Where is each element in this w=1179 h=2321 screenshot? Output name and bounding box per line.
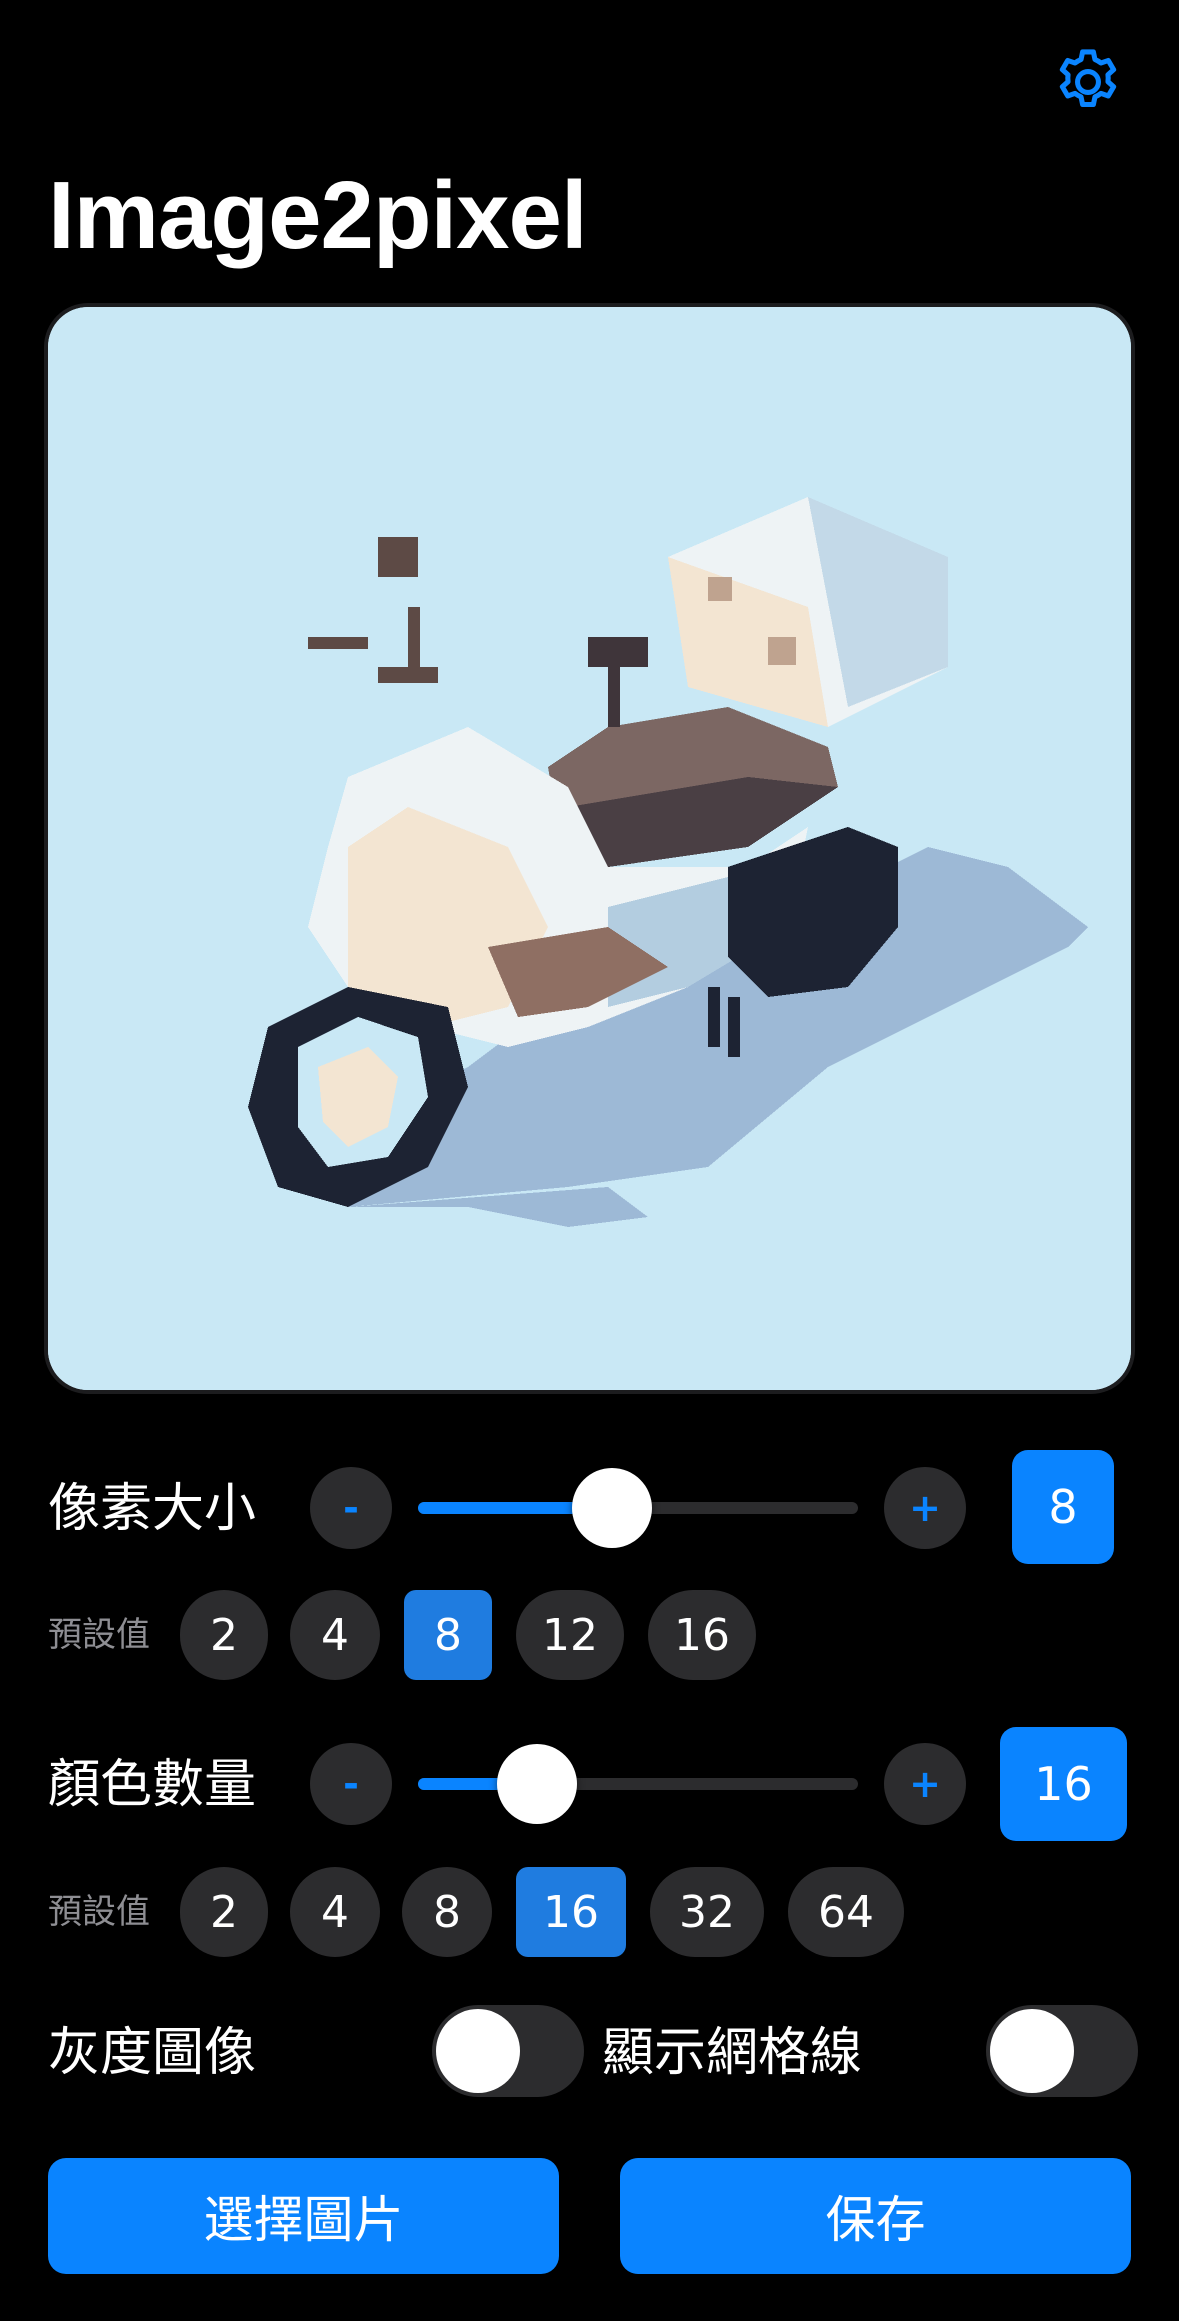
grayscale-label: 灰度圖像 [48,2023,257,2083]
pixel-size-increment-button[interactable]: + [884,1467,966,1549]
pixel-size-decrement-button[interactable]: - [310,1467,392,1549]
color-count-increment-button[interactable]: + [884,1743,966,1825]
color-count-preset-8[interactable]: 8 [402,1867,492,1957]
pixel-size-label: 像素大小 [48,1479,257,1539]
color-count-decrement-button[interactable]: - [310,1743,392,1825]
pixel-size-value-field[interactable]: 8 [1012,1450,1114,1564]
pixel-size-presets-label: 預設值 [48,1615,150,1655]
pixel-size-slider[interactable] [418,1468,858,1548]
grid-lines-toggle-knob [990,2009,1074,2093]
pixel-size-preset-2[interactable]: 2 [180,1590,268,1680]
settings-gear-icon[interactable] [1050,44,1126,120]
color-count-label: 顏色數量 [48,1755,257,1815]
color-count-preset-64[interactable]: 64 [788,1867,904,1957]
pixel-size-slider-thumb[interactable] [572,1468,652,1548]
color-count-slider[interactable] [418,1744,858,1824]
choose-image-button[interactable]: 選擇圖片 [48,2158,559,2274]
color-count-value-field[interactable]: 16 [1000,1727,1127,1841]
grid-lines-label: 顯示網格線 [602,2023,863,2083]
color-count-slider-thumb[interactable] [497,1744,577,1824]
color-count-preset-2[interactable]: 2 [180,1867,268,1957]
pixel-size-preset-8[interactable]: 8 [404,1590,492,1680]
pixel-art-preview-image [48,307,1131,1390]
grayscale-toggle-knob [436,2009,520,2093]
app-title: Image2pixel [48,162,588,269]
grayscale-toggle[interactable] [432,2005,584,2097]
pixel-size-preset-12[interactable]: 12 [516,1590,624,1680]
color-count-preset-4[interactable]: 4 [290,1867,380,1957]
color-count-preset-16[interactable]: 16 [516,1867,626,1957]
color-count-preset-32[interactable]: 32 [650,1867,764,1957]
save-button[interactable]: 保存 [620,2158,1131,2274]
grid-lines-toggle[interactable] [986,2005,1138,2097]
pixel-size-preset-4[interactable]: 4 [290,1590,380,1680]
color-count-presets-label: 預設值 [48,1892,150,1932]
pixel-size-preset-16[interactable]: 16 [648,1590,756,1680]
